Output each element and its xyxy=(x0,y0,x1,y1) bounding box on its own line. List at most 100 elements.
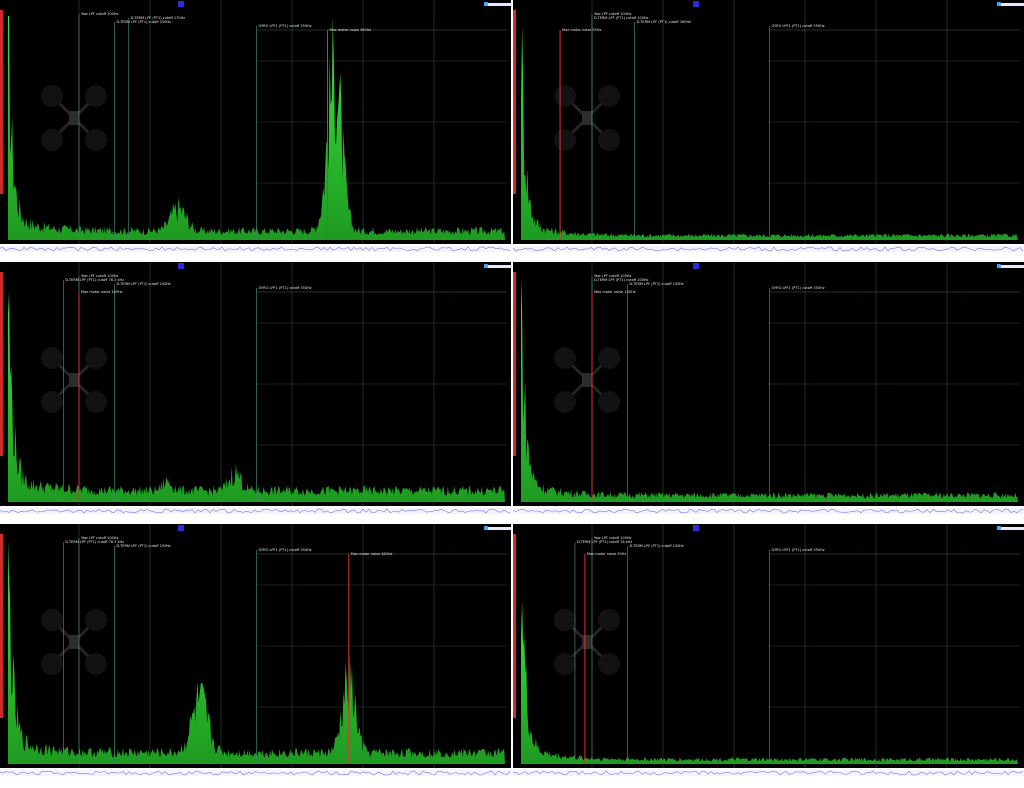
spectrum-plot xyxy=(513,262,1020,506)
timeline-trace xyxy=(0,508,511,514)
grid xyxy=(78,0,507,244)
quad-rotor xyxy=(554,391,576,413)
zoom-slider[interactable] xyxy=(484,3,511,6)
spectrum-panel: Yaw LPF cutoff 100Hz D-TERM LPF (PT1) cut… xyxy=(513,0,1024,244)
analyser-title-button[interactable] xyxy=(693,525,699,531)
quad-rotor xyxy=(41,391,63,413)
quad-diagram xyxy=(41,85,107,151)
zoom-slider-handle[interactable] xyxy=(997,2,1001,6)
quad-rotor xyxy=(85,609,107,631)
cutoff-annotation: Max motor noise 100Hz xyxy=(594,290,636,294)
cutoff-annotation: D-TERM LPF (PT1) cutoff 150Hz xyxy=(116,282,171,286)
cutoff-annotation: D-TERM LPF (PT1) cutoff 78.3 kHz xyxy=(65,278,125,282)
grid xyxy=(591,524,1020,768)
cutoff-annotation: GYRO LPF1 (PT1) cutoff 350Hz xyxy=(258,24,312,28)
quad-diagram xyxy=(554,85,620,151)
quad-rotor xyxy=(554,609,576,631)
quad-rotor xyxy=(85,85,107,107)
zoom-slider[interactable] xyxy=(997,3,1024,6)
cutoff-annotation: D-TERM LPF (PT1) cutoff 78.3 kHz xyxy=(65,540,125,544)
timeline-trace xyxy=(0,246,511,252)
grid xyxy=(78,524,507,768)
cutoff-annotation: D-TERM LPF (PT1) cutoff 150Hz xyxy=(116,20,171,24)
quad-body xyxy=(582,373,592,387)
spectrum-panel: Yaw LPF cutoff 100Hz D-TERM LPF (PT1) cut… xyxy=(0,262,511,506)
zoom-slider[interactable] xyxy=(484,527,511,530)
quad-rotor xyxy=(598,347,620,369)
quad-rotor xyxy=(598,129,620,151)
cutoff-annotation: Max motor noise 100Hz xyxy=(81,290,123,294)
cutoff-annotation: D-TERM LPF (PT1) cutoff 150Hz xyxy=(629,282,684,286)
low-frequency-edge xyxy=(513,534,516,718)
log-timeline-strip[interactable] xyxy=(0,246,511,252)
spectrum-plot xyxy=(513,524,1020,768)
cutoff-annotation: Yaw LPF cutoff 100Hz xyxy=(81,12,119,16)
low-frequency-edge xyxy=(513,10,516,194)
quad-body xyxy=(582,635,592,649)
spectrum-plot xyxy=(513,0,1020,244)
quad-rotor xyxy=(554,129,576,151)
low-frequency-edge xyxy=(0,10,3,194)
spectrum-panel: Yaw LPF cutoff 100Hz D-TERM LPF (PT1) cut… xyxy=(0,524,511,768)
cutoff-annotation: GYRO LPF1 (PT1) cutoff 350Hz xyxy=(771,548,825,552)
quad-rotor xyxy=(41,347,63,369)
spectrum-plot xyxy=(0,262,507,506)
cutoff-annotation: GYRO LPF1 (PT1) cutoff 350Hz xyxy=(771,24,825,28)
zoom-slider-handle[interactable] xyxy=(997,264,1001,268)
analyser-title-button[interactable] xyxy=(178,263,184,269)
quad-diagram xyxy=(554,347,620,413)
cutoff-annotation: D-TERM LPF (PT1) cutoff 150Hz xyxy=(116,544,171,548)
analyser-title-button[interactable] xyxy=(693,263,699,269)
spectrum-plot xyxy=(0,0,507,244)
log-timeline-strip[interactable] xyxy=(0,770,511,776)
zoom-slider[interactable] xyxy=(997,265,1024,268)
quad-diagram xyxy=(41,347,107,413)
log-timeline-strip[interactable] xyxy=(0,508,511,514)
grid xyxy=(78,262,507,506)
cutoff-annotation: Max motor noise 480Hz xyxy=(350,552,393,556)
quad-rotor xyxy=(85,347,107,369)
log-timeline-strip[interactable] xyxy=(513,770,1024,776)
quad-rotor xyxy=(85,129,107,151)
zoom-slider-handle[interactable] xyxy=(997,526,1001,530)
zoom-slider-handle[interactable] xyxy=(484,2,488,6)
quad-diagram xyxy=(554,609,620,675)
zoom-slider-handle[interactable] xyxy=(484,526,488,530)
quad-body xyxy=(69,111,79,125)
analyser-title-button[interactable] xyxy=(693,1,699,7)
cutoff-annotation: GYRO LPF1 (PT1) cutoff 350Hz xyxy=(258,286,312,290)
quad-body xyxy=(69,635,79,649)
quad-rotor xyxy=(85,653,107,675)
quad-rotor xyxy=(554,85,576,107)
analyser-title-button[interactable] xyxy=(178,525,184,531)
quad-rotor xyxy=(598,85,620,107)
cutoff-annotation: Max motor noise 450Hz xyxy=(329,28,372,32)
quad-body xyxy=(69,373,79,387)
cutoff-annotation: D-TERM LPF (PT1) cutoff 76 kHz xyxy=(576,540,633,544)
quad-rotor xyxy=(598,653,620,675)
spectrum-panel: Yaw LPF cutoff 100Hz D-TERM LPF (PT1) cut… xyxy=(513,262,1024,506)
zoom-slider[interactable] xyxy=(484,265,511,268)
timeline-trace xyxy=(513,770,1024,776)
log-timeline-strip[interactable] xyxy=(513,246,1024,252)
zoom-slider-handle[interactable] xyxy=(484,264,488,268)
quad-rotor xyxy=(41,85,63,107)
low-frequency-edge xyxy=(0,272,3,456)
spectrum-plot xyxy=(0,524,507,768)
quad-rotor xyxy=(41,129,63,151)
log-timeline-strip[interactable] xyxy=(513,508,1024,514)
zoom-slider[interactable] xyxy=(997,527,1024,530)
spectrum-panel: Yaw LPF cutoff 100Hz D-TERM LPF (PT1) cut… xyxy=(513,524,1024,768)
quad-rotor xyxy=(41,653,63,675)
analyser-title-button[interactable] xyxy=(178,1,184,7)
grid xyxy=(591,262,1020,506)
quad-rotor xyxy=(41,609,63,631)
low-frequency-edge xyxy=(0,534,3,718)
grid xyxy=(591,0,1020,244)
cutoff-annotation: D-TERM LPF (PT1) cutoff 160Hz xyxy=(636,20,691,24)
quad-rotor xyxy=(598,609,620,631)
quad-rotor xyxy=(554,347,576,369)
quad-rotor xyxy=(598,391,620,413)
cutoff-annotation: GYRO LPF1 (PT1) cutoff 350Hz xyxy=(258,548,312,552)
cutoff-annotation: GYRO LPF1 (PT1) cutoff 350Hz xyxy=(771,286,825,290)
